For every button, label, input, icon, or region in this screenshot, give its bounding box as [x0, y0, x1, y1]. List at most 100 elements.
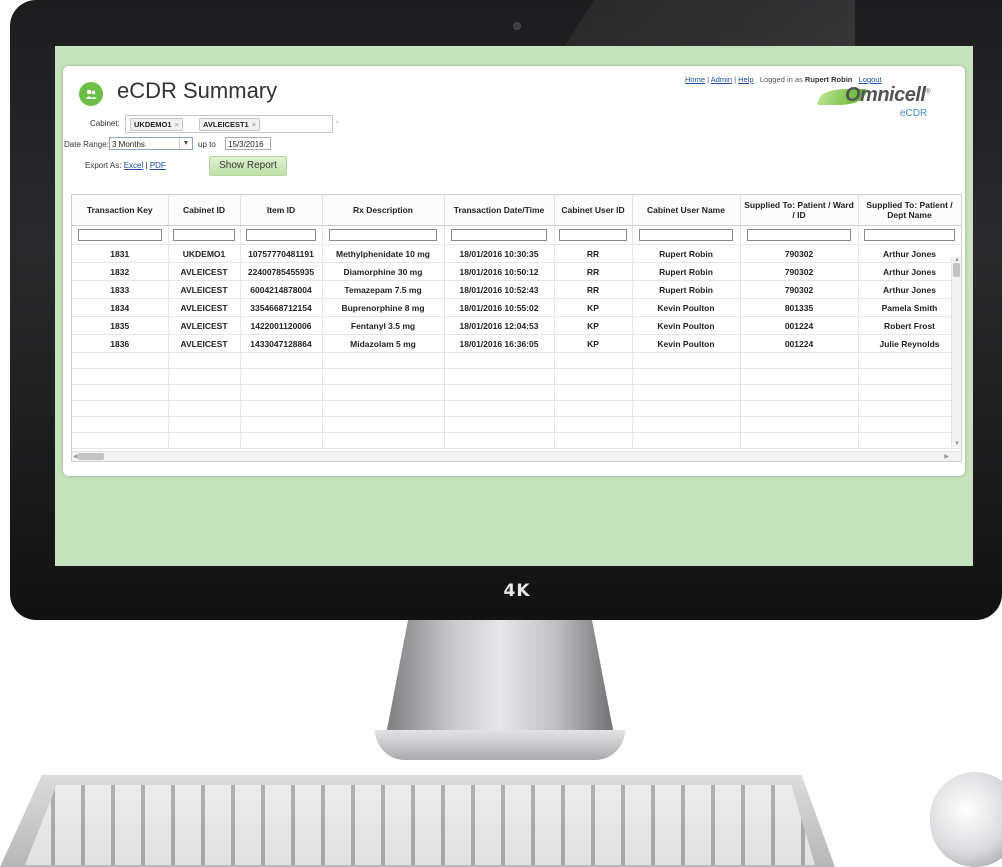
4k-badge: 4K — [503, 581, 531, 601]
table-cell: Julie Reynolds — [858, 334, 961, 353]
column-header[interactable]: Cabinet User ID — [554, 195, 633, 226]
column-filter-input[interactable] — [173, 229, 235, 241]
empty-cell — [554, 400, 633, 417]
column-filter-input[interactable] — [329, 229, 437, 241]
date-range-select[interactable]: 3 Months ▼ — [109, 137, 193, 150]
empty-cell — [444, 384, 555, 401]
help-link[interactable]: Help — [738, 75, 753, 84]
filter-cell — [322, 225, 445, 245]
column-header[interactable]: Cabinet User Name — [632, 195, 741, 226]
table-row[interactable]: 1833 AVLEICEST 6004214878004 Temazepam 7.5 … — [72, 280, 961, 299]
empty-cell — [322, 400, 445, 417]
table-cell: AVLEICEST — [168, 316, 241, 335]
logo-registered: ® — [925, 88, 931, 96]
column-header[interactable]: Supplied To: Patient / Ward / ID — [740, 195, 859, 226]
date-range-label: Date Range: — [64, 140, 109, 149]
show-report-button[interactable]: Show Report — [209, 156, 287, 176]
home-link[interactable]: Home — [685, 75, 705, 84]
chip-remove-icon[interactable]: × — [252, 120, 256, 129]
empty-cell — [444, 416, 555, 433]
table-cell: Kevin Poulton — [632, 298, 741, 317]
cabinet-chip[interactable]: AVLEICEST1 × — [199, 118, 261, 131]
table-row[interactable]: 1831 UKDEMO1 10757770481191 Methylphenidate… — [72, 244, 961, 263]
table-cell: 1836 — [72, 334, 169, 353]
horizontal-scroll-thumb[interactable] — [78, 453, 104, 460]
column-header[interactable]: Rx Description — [322, 195, 445, 226]
chip-remove-icon[interactable]: × — [175, 120, 179, 129]
empty-row — [72, 432, 961, 449]
column-filter-input[interactable] — [77, 229, 162, 241]
empty-cell — [554, 432, 633, 449]
filter-cell — [168, 225, 241, 245]
transactions-table: Transaction Key Cabinet ID Item ID Rx Descr… — [72, 195, 961, 449]
export-excel-link[interactable]: Excel — [124, 161, 144, 170]
export-pdf-link[interactable]: PDF — [150, 161, 166, 170]
logout-link[interactable]: Logout — [859, 75, 882, 84]
empty-cell — [322, 352, 445, 369]
column-filter-input[interactable] — [747, 229, 851, 241]
column-header[interactable]: Transaction Date/Time — [444, 195, 555, 226]
table-row[interactable]: 1836 AVLEICEST 1433047128864 Midazolam 5 mg… — [72, 334, 961, 353]
table-cell: RR — [554, 262, 633, 281]
admin-link[interactable]: Admin — [711, 75, 732, 84]
column-filter-input[interactable] — [864, 229, 955, 241]
monitor-stand — [385, 620, 615, 740]
empty-cell — [168, 432, 241, 449]
table-row[interactable]: 1835 AVLEICEST 1422001120006 Fentanyl 3.5 m… — [72, 316, 961, 335]
vertical-scrollbar[interactable]: ▲ ▼ — [951, 257, 961, 447]
nav-separator: | — [734, 75, 737, 84]
up-to-label: up to — [198, 140, 216, 149]
scroll-right-icon[interactable]: ▶ — [944, 453, 949, 460]
column-filter-input[interactable] — [245, 229, 317, 241]
empty-cell — [240, 432, 323, 449]
empty-cell — [72, 416, 169, 433]
empty-cell — [168, 368, 241, 385]
table-cell: KP — [554, 334, 633, 353]
nav-separator: | — [707, 75, 710, 84]
table-cell: 18/01/2016 12:04:53 — [444, 316, 555, 335]
empty-cell — [632, 400, 741, 417]
empty-cell — [554, 368, 633, 385]
empty-row — [72, 400, 961, 417]
table-cell: Temazepam 7.5 mg — [322, 280, 445, 299]
empty-cell — [632, 352, 741, 369]
column-filter-input[interactable] — [559, 229, 627, 241]
column-filter-input[interactable] — [638, 229, 734, 241]
column-header[interactable]: Supplied To: Patient / Dept Name — [858, 195, 961, 226]
filter-cell — [632, 225, 741, 245]
scroll-down-icon[interactable]: ▼ — [954, 441, 960, 447]
cabinet-chip[interactable]: UKDEMO1 × — [130, 118, 183, 131]
vertical-scroll-thumb[interactable] — [953, 263, 960, 277]
empty-cell — [632, 432, 741, 449]
header-row: Transaction Key Cabinet ID Item ID Rx Descr… — [72, 195, 961, 226]
horizontal-scrollbar[interactable]: ◀ ▶ — [72, 451, 961, 461]
empty-row — [72, 368, 961, 385]
table-row[interactable]: 1834 AVLEICEST 3354668712154 Buprenorphine … — [72, 298, 961, 317]
empty-cell — [858, 384, 961, 401]
cabinet-chip-label: AVLEICEST1 — [203, 120, 249, 129]
empty-cell — [632, 384, 741, 401]
cabinet-multiselect[interactable]: UKDEMO1 × AVLEICEST1 × › — [125, 115, 338, 133]
empty-cell — [240, 368, 323, 385]
table-cell: 1832 — [72, 262, 169, 281]
date-range-value: 3 Months — [112, 140, 145, 149]
empty-cell — [858, 432, 961, 449]
table-cell: Methylphenidate 10 mg — [322, 244, 445, 263]
monitor: eCDR Summary Home | Admin | Help Logged … — [10, 0, 1002, 620]
column-header[interactable]: Transaction Key — [72, 195, 169, 226]
empty-cell — [444, 352, 555, 369]
omnicell-logo: Omnicell® — [845, 84, 931, 107]
table-row[interactable]: 1832 AVLEICEST 22400785455935 Diamorphine 3… — [72, 262, 961, 281]
chevron-down-icon[interactable]: ▼ — [179, 138, 192, 149]
up-to-date-field[interactable]: 15/3/2016 — [225, 137, 271, 150]
column-header[interactable]: Item ID — [240, 195, 323, 226]
screen: eCDR Summary Home | Admin | Help Logged … — [55, 46, 973, 566]
column-header[interactable]: Cabinet ID — [168, 195, 241, 226]
empty-cell — [72, 400, 169, 417]
table-cell: 18/01/2016 10:55:02 — [444, 298, 555, 317]
scroll-left-icon[interactable]: ◀ — [73, 453, 78, 460]
column-filter-input[interactable] — [450, 229, 548, 241]
table-cell: 1835 — [72, 316, 169, 335]
empty-cell — [858, 400, 961, 417]
top-nav: Home | Admin | Help Logged in as Rupert … — [685, 75, 882, 84]
